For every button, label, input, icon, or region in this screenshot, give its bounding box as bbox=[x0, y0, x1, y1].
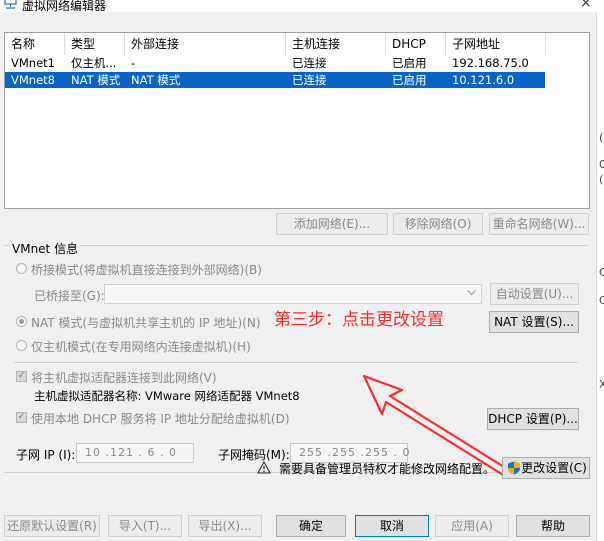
subnet-ip-input[interactable]: 10 .121 . 6 . 0 bbox=[76, 443, 194, 463]
close-icon[interactable]: × bbox=[580, 0, 592, 11]
chevron-down-icon bbox=[467, 290, 476, 296]
cell-dhcp: 已启用 bbox=[392, 56, 427, 70]
column-header-name[interactable]: 名称 bbox=[5, 33, 65, 55]
bridged-to-label: 已桥接至(G): bbox=[34, 289, 105, 303]
cancel-button[interactable]: 取消 bbox=[355, 515, 429, 537]
edge-char: C bbox=[599, 294, 604, 307]
adapter-name-text: 主机虚拟适配器名称: VMware 网络适配器 VMnet8 bbox=[34, 389, 300, 403]
separator bbox=[14, 362, 578, 363]
cell-external: NAT 模式 bbox=[131, 73, 181, 87]
group-border bbox=[4, 245, 588, 246]
edge-char: C bbox=[599, 266, 604, 279]
use-dhcp-checkbox[interactable]: ✓ bbox=[16, 412, 27, 423]
ok-button[interactable]: 确定 bbox=[276, 515, 346, 537]
cell-dhcp: 已启用 bbox=[392, 73, 427, 87]
table-row[interactable]: VMnet1 仅主机... - 已连接 已启用 192.168.75.0 bbox=[5, 55, 545, 71]
cell-external: - bbox=[131, 56, 136, 70]
edge-char: ( bbox=[599, 173, 604, 186]
column-header-host[interactable]: 主机连接 bbox=[286, 33, 386, 55]
column-header-dhcp[interactable]: DHCP bbox=[386, 33, 446, 55]
change-settings-label: 更改设置(C) bbox=[521, 461, 587, 475]
window-title: 虚拟网络编辑器 bbox=[22, 0, 107, 13]
cell-name: VMnet8 bbox=[11, 73, 55, 87]
import-button[interactable]: 导入(T)... bbox=[108, 515, 182, 537]
edge-char: 0 bbox=[599, 158, 604, 171]
bridged-to-select[interactable] bbox=[104, 284, 482, 304]
restore-defaults-button[interactable]: 还原默认设置(R) bbox=[4, 515, 100, 537]
edge-char: X bbox=[599, 378, 604, 391]
cell-subnet: 10.121.6.0 bbox=[452, 73, 515, 87]
host-only-radio[interactable] bbox=[16, 340, 27, 351]
cell-host: 已连接 bbox=[292, 56, 327, 70]
cell-type: 仅主机... bbox=[71, 56, 117, 70]
column-header-subnet[interactable]: 子网地址 bbox=[446, 33, 546, 55]
edge-char: ( bbox=[599, 131, 604, 144]
warning-icon bbox=[257, 461, 271, 474]
column-header-type[interactable]: 类型 bbox=[65, 33, 125, 55]
group-title: VMnet 信息 bbox=[10, 240, 81, 257]
host-only-label: 仅主机模式(在专用网络内连接虚拟机)(H) bbox=[31, 340, 251, 354]
connect-adapter-label: 将主机虚拟适配器连接到此网络(V) bbox=[31, 371, 217, 385]
bridge-mode-label: 桥接模式(将虚拟机直接连接到外部网络)(B) bbox=[31, 263, 262, 277]
admin-notice-text: 需要具备管理员特权才能修改网络配置。 bbox=[279, 462, 496, 476]
nat-mode-radio[interactable] bbox=[16, 316, 27, 327]
cell-name: VMnet1 bbox=[11, 56, 55, 70]
apply-button[interactable]: 应用(A) bbox=[435, 515, 509, 537]
annotation-text: 第三步：点击更改设置 bbox=[274, 310, 444, 330]
use-dhcp-label: 使用本地 DHCP 服务将 IP 地址分配给虚拟机(D) bbox=[31, 412, 290, 426]
auto-settings-button[interactable]: 自动设置(U)... bbox=[490, 283, 579, 305]
cell-type: NAT 模式 bbox=[71, 73, 121, 87]
connect-adapter-checkbox[interactable]: ✓ bbox=[16, 371, 27, 382]
network-icon bbox=[4, 0, 17, 9]
network-table[interactable]: 名称 类型 外部连接 主机连接 DHCP 子网地址 VMnet1 仅主机... … bbox=[4, 32, 590, 209]
column-header-external[interactable]: 外部连接 bbox=[125, 33, 286, 55]
subnet-ip-label: 子网 IP (I): bbox=[16, 448, 76, 462]
nat-mode-label: NAT 模式(与虚拟机共享主机的 IP 地址)(N) bbox=[31, 316, 261, 330]
remove-network-button[interactable]: 移除网络(O) bbox=[393, 213, 483, 235]
table-row-selected[interactable]: VMnet8 NAT 模式 NAT 模式 已连接 已启用 10.121.6.0 bbox=[5, 72, 545, 88]
shield-icon bbox=[508, 461, 520, 475]
rename-network-button[interactable]: 重命名网络(W)... bbox=[489, 213, 589, 235]
help-button[interactable]: 帮助 bbox=[516, 515, 590, 537]
cell-subnet: 192.168.75.0 bbox=[452, 56, 529, 70]
export-button[interactable]: 导出(X)... bbox=[188, 515, 262, 537]
bridge-mode-radio[interactable] bbox=[16, 263, 27, 274]
add-network-button[interactable]: 添加网络(E)... bbox=[276, 213, 388, 235]
change-settings-button[interactable]: 更改设置(C) bbox=[502, 457, 590, 479]
cell-host: 已连接 bbox=[292, 73, 327, 87]
nat-settings-button[interactable]: NAT 设置(S)... bbox=[489, 311, 579, 333]
